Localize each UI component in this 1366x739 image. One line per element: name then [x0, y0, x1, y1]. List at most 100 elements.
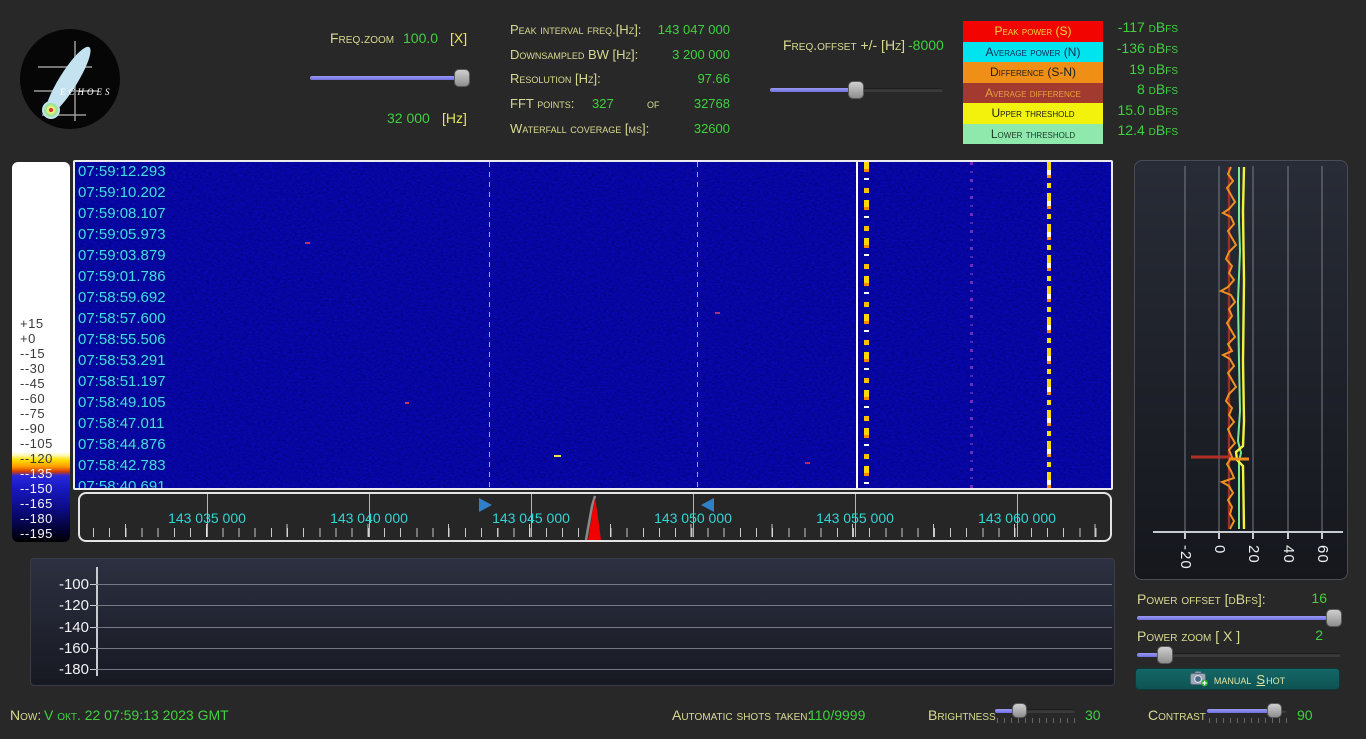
legend-upper-threshold-button[interactable]: Upper threshold: [963, 103, 1103, 124]
difference-readout: 19 dBfs: [1129, 61, 1178, 77]
carrier-signal-line: [856, 162, 858, 488]
scan-graph-panel: -100 -120 -140 -160 -180: [30, 558, 1115, 686]
brightness-label: Brightness: [928, 707, 996, 723]
power-zoom-label: Power zoom [ X ]: [1137, 628, 1240, 644]
freq-zoom-unit: [X]: [450, 30, 467, 46]
signal-speck: [554, 455, 561, 457]
freq-zoom-slider[interactable]: [310, 70, 468, 86]
power-offset-slider[interactable]: [1137, 610, 1341, 626]
stat-downsampled-bw: Downsampled BW [Hz]: 3 200 000: [510, 47, 730, 63]
power-axis-label: 20: [1245, 545, 1262, 564]
faint-signal-line: [970, 162, 973, 488]
peak-frequency-marker[interactable]: [578, 494, 618, 542]
power-axis-label: -20: [1177, 545, 1194, 570]
plot-legend: Peak power (S) Average power (N) Differe…: [963, 21, 1103, 144]
stat-waterfall-coverage: Waterfall coverage [ms]: 32600: [510, 121, 730, 137]
power-offset-value: 16: [1295, 590, 1327, 606]
freq-offset-slider-handle[interactable]: [848, 81, 864, 99]
legend-lower-threshold-button[interactable]: Lower threshold: [963, 124, 1103, 145]
intermittent-signal-line-2: [1047, 162, 1051, 488]
freq-zoom-label: Freq.zoom: [330, 30, 394, 46]
lower-threshold-readout: 12.4 dBfs: [1118, 122, 1178, 138]
interval-end-marker[interactable]: [701, 498, 714, 512]
peak-power-readout: -117 dBfs: [1118, 19, 1178, 35]
average-difference-readout: 8 dBfs: [1137, 81, 1178, 97]
power-axis-label: 0: [1211, 545, 1228, 554]
interval-start-marker[interactable]: [479, 498, 492, 512]
freq-offset-value: -8000: [908, 37, 944, 53]
shots-taken-value: 110/9999: [808, 707, 865, 723]
intermittent-signal-line-1: [864, 162, 869, 488]
waterfall-timestamp: 07:58:40.691: [78, 478, 198, 490]
contrast-slider-handle[interactable]: [1267, 703, 1282, 718]
legend-average-power-button[interactable]: Average power (N): [963, 42, 1103, 63]
now-value: V окт. 22 07:59:13 2023 GMT: [44, 707, 229, 723]
legend-difference-button[interactable]: Difference (S-N): [963, 62, 1103, 83]
waterfall-color-scale: +15 +0 --15 --30 --45 --60 --75 --90 --1…: [12, 162, 70, 542]
peak-interval-end-line: [697, 162, 698, 488]
frequency-ruler: 143 035 000 143 040 000 143 045 000 143 …: [78, 492, 1112, 542]
waterfall-timestamp: 07:58:47.011: [78, 415, 198, 432]
legend-peak-power-button[interactable]: Peak power (S): [963, 21, 1103, 42]
power-axis-label: 60: [1314, 545, 1331, 564]
db-axis-label: -120: [39, 597, 89, 614]
waterfall-timestamp: 07:58:57.600: [78, 310, 198, 327]
contrast-slider[interactable]: [1207, 703, 1287, 719]
shots-taken-label: Automatic shots taken:: [672, 707, 811, 723]
echoes-logo-icon: ECHOES: [20, 29, 120, 129]
waterfall-timestamp: 07:59:01.786: [78, 268, 198, 285]
noise-speck: [715, 312, 720, 314]
noise-speck: [805, 462, 810, 464]
freq-zoom-value: 100.0: [403, 30, 438, 46]
peak-interval-start-line: [489, 162, 490, 488]
waterfall-display[interactable]: 07:59:12.293 07:59:10.202 07:59:08.107 0…: [73, 160, 1113, 490]
camera-icon: [1190, 671, 1209, 687]
power-zoom-slider-handle[interactable]: [1157, 646, 1173, 664]
svg-text:ECHOES: ECHOES: [59, 87, 113, 97]
waterfall-timestamp: 07:59:08.107: [78, 205, 198, 222]
stat-resolution: Resolution [Hz]: 97.66: [510, 71, 730, 87]
db-axis-label: -140: [39, 619, 89, 636]
power-offset-label: Power offset [dBfs]:: [1137, 591, 1266, 607]
waterfall-timestamp: 07:58:53.291: [78, 352, 198, 369]
freq-span-unit: [Hz]: [442, 110, 467, 126]
waterfall-timestamp: 07:58:42.783: [78, 457, 198, 474]
freq-zoom-slider-handle[interactable]: [454, 69, 470, 87]
power-offset-slider-handle[interactable]: [1326, 609, 1342, 627]
contrast-label: Contrast: [1148, 707, 1206, 723]
manual-shot-button[interactable]: manualShot: [1135, 668, 1340, 690]
waterfall-timestamp: 07:58:44.876: [78, 436, 198, 453]
upper-threshold-readout: 15.0 dBfs: [1118, 102, 1178, 118]
db-axis-label: -160: [39, 640, 89, 657]
waterfall-timestamp: 07:58:59.692: [78, 289, 198, 306]
echoes-app-window: ECHOES Freq.zoom 100.0 [X] 32 000 [Hz] P…: [0, 0, 1366, 739]
stat-fft-points: FFT points: 327 of 32768: [510, 96, 730, 112]
spectrum-plot: [1135, 161, 1348, 580]
freq-offset-label: Freq.offset +/- [Hz]: [783, 37, 905, 53]
brightness-value: 30: [1085, 707, 1101, 723]
noise-speck: [305, 242, 310, 244]
waterfall-noise-texture: [75, 162, 1111, 488]
now-label: Now:: [10, 707, 41, 723]
lower-threshold-trace: [1238, 167, 1241, 529]
brightness-slider[interactable]: [995, 703, 1075, 719]
contrast-value: 90: [1297, 707, 1313, 723]
waterfall-timestamp: 07:58:51.197: [78, 373, 198, 390]
noise-speck: [405, 402, 409, 404]
db-axis-label: -180: [39, 661, 89, 678]
waterfall-timestamp: 07:59:03.879: [78, 247, 198, 264]
legend-average-difference-button[interactable]: Average difference: [963, 83, 1103, 104]
freq-offset-slider[interactable]: [770, 82, 943, 98]
average-power-readout: -136 dBfs: [1117, 40, 1178, 56]
brightness-slider-handle[interactable]: [1012, 703, 1027, 718]
waterfall-timestamp: 07:59:12.293: [78, 163, 198, 180]
stat-peak-interval-freq: Peak interval freq.[Hz]: 143 047 000: [510, 22, 730, 38]
db-axis-label: -100: [39, 576, 89, 593]
waterfall-timestamp: 07:58:55.506: [78, 331, 198, 348]
power-zoom-slider[interactable]: [1137, 647, 1341, 663]
waterfall-timestamp: 07:59:05.973: [78, 226, 198, 243]
power-spectrum-panel[interactable]: -20 0 20 40 60: [1134, 160, 1348, 580]
power-axis-label: 40: [1280, 545, 1297, 564]
waterfall-timestamp: 07:59:10.202: [78, 184, 198, 201]
freq-span-value: 32 000: [387, 110, 430, 126]
